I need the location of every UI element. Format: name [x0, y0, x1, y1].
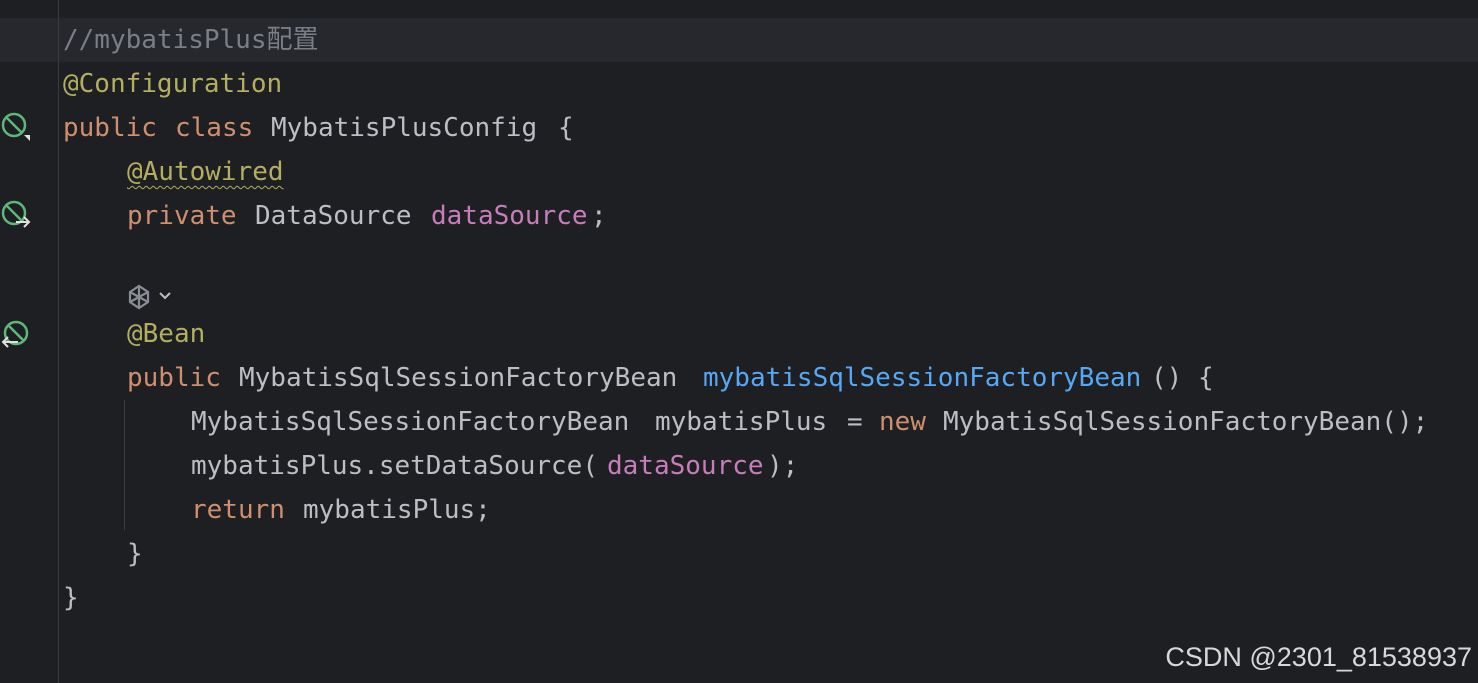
- type-datasource[interactable]: DataSource: [255, 194, 412, 238]
- method-signature-end: () {: [1151, 363, 1214, 393]
- method-call[interactable]: mybatisPlus.setDataSource(: [191, 444, 598, 488]
- code-line-3[interactable]: public class MybatisPlusConfig {: [0, 106, 574, 150]
- keyword-public: public: [63, 113, 157, 143]
- semicolon: ;: [591, 201, 607, 231]
- method-close-brace: }: [127, 539, 143, 569]
- field-datasource[interactable]: dataSource: [431, 194, 588, 238]
- constructor-call[interactable]: MybatisSqlSessionFactoryBean();: [943, 400, 1428, 444]
- comment-text: //mybatisPlus配置: [63, 25, 319, 55]
- code-line-4[interactable]: @Autowired: [0, 150, 284, 194]
- code-line-11[interactable]: return mybatisPlus;: [0, 488, 491, 532]
- code-line-8[interactable]: public MybatisSqlSessionFactoryBean myba…: [0, 356, 1214, 400]
- code-line-13[interactable]: }: [0, 576, 79, 620]
- assign-operator: =: [847, 407, 863, 437]
- local-var-name[interactable]: mybatisPlus: [655, 400, 827, 444]
- code-line-1[interactable]: //mybatisPlus配置: [0, 18, 319, 62]
- keyword-private: private: [127, 201, 237, 231]
- keyword-return: return: [191, 495, 285, 525]
- code-line-12[interactable]: }: [0, 532, 143, 576]
- open-brace: {: [558, 113, 574, 143]
- call-end: );: [767, 451, 799, 481]
- editor-top-strip: [0, 0, 1478, 18]
- annotation-configuration[interactable]: @Configuration: [63, 62, 282, 106]
- code-line-5[interactable]: private DataSource dataSource ;: [0, 194, 607, 238]
- return-type[interactable]: MybatisSqlSessionFactoryBean: [239, 356, 677, 400]
- ai-assistant-icon[interactable]: [126, 282, 178, 310]
- indent-guide: [124, 400, 125, 530]
- annotation-bean[interactable]: @Bean: [127, 312, 205, 356]
- return-value[interactable]: mybatisPlus;: [303, 488, 491, 532]
- field-datasource-arg[interactable]: dataSource: [607, 444, 764, 488]
- code-line-2[interactable]: @Configuration: [0, 62, 282, 106]
- class-close-brace: }: [63, 583, 79, 613]
- method-name[interactable]: mybatisSqlSessionFactoryBean: [703, 356, 1141, 400]
- keyword-class: class: [175, 113, 254, 143]
- annotation-autowired[interactable]: @Autowired: [127, 150, 284, 194]
- local-var-type[interactable]: MybatisSqlSessionFactoryBean: [191, 400, 629, 444]
- keyword-new: new: [879, 407, 926, 437]
- csdn-watermark: CSDN @2301_81538937: [1165, 642, 1472, 672]
- keyword-public: public: [127, 363, 221, 393]
- code-line-10[interactable]: mybatisPlus.setDataSource( dataSource );: [0, 444, 798, 488]
- code-line-9[interactable]: MybatisSqlSessionFactoryBean mybatisPlus…: [0, 400, 1428, 444]
- code-line-7[interactable]: @Bean: [0, 312, 205, 356]
- class-name[interactable]: MybatisPlusConfig: [271, 106, 537, 150]
- code-editor[interactable]: //mybatisPlus配置 @Configuration public cl…: [0, 0, 1478, 683]
